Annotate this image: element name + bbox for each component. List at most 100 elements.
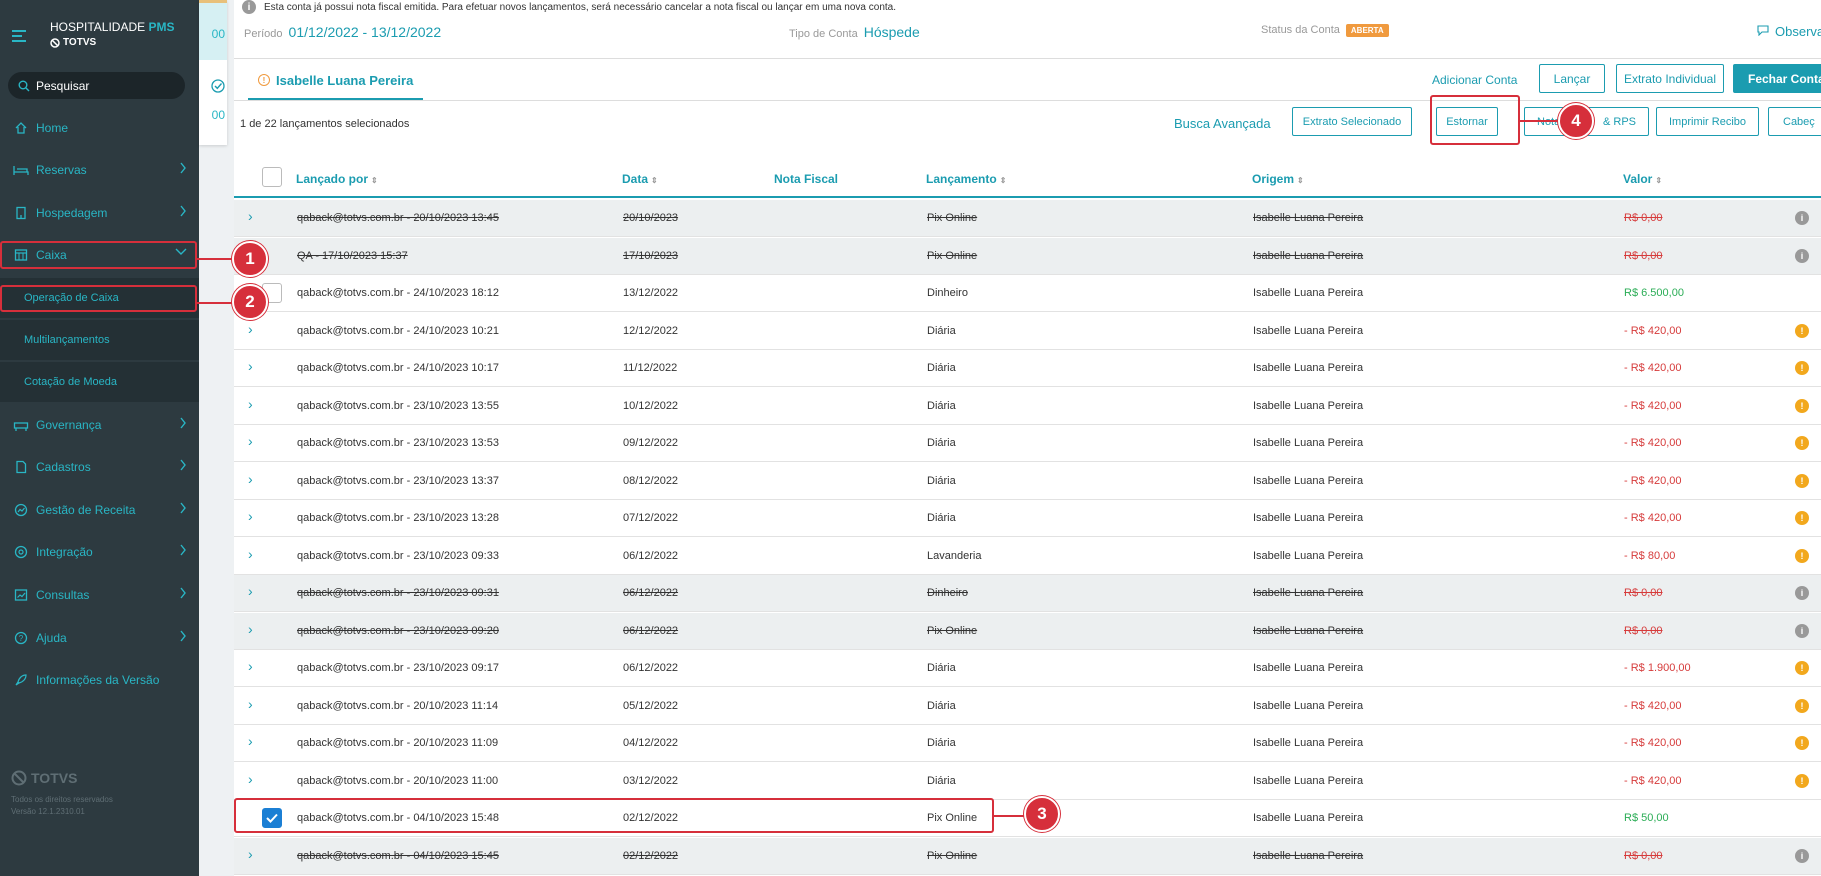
expand-row-icon[interactable]: ›: [248, 208, 253, 224]
table-row[interactable]: › qaback@totvs.com.br - 24/10/2023 10:17 1…: [234, 350, 1821, 387]
chevron-right-icon: [180, 544, 186, 556]
cell-origin: Isabelle Luana Pereira: [1253, 287, 1364, 299]
launch-button[interactable]: Lançar: [1539, 64, 1605, 93]
expand-row-icon[interactable]: ›: [248, 846, 253, 862]
info-icon[interactable]: i: [1795, 848, 1809, 863]
sidebar-subitem-cotacao-de-moeda[interactable]: Cotação de Moeda: [0, 362, 199, 402]
table-row[interactable]: ›QA - 17/10/2023 15:3717/10/2023Pix Onli…: [234, 237, 1821, 275]
table-row[interactable]: › qaback@totvs.com.br - 23/10/2023 13:28 0…: [234, 500, 1821, 537]
column-header-launched-by[interactable]: Lançado por ⇕: [296, 172, 378, 186]
expand-row-icon[interactable]: ›: [248, 508, 253, 524]
expand-row-icon[interactable]: ›: [248, 471, 253, 487]
expand-row-icon[interactable]: ›: [248, 696, 253, 712]
close-account-button[interactable]: Fechar Conta: [1733, 64, 1821, 93]
warning-icon[interactable]: !: [1795, 661, 1809, 675]
table-row[interactable]: › qaback@totvs.com.br - 23/10/2023 13:55 1…: [234, 388, 1821, 425]
cell-origin: Isabelle Luana Pereira: [1253, 512, 1364, 524]
table-row[interactable]: › qaback@totvs.com.br - 20/10/2023 11:00 0…: [234, 763, 1821, 800]
sidebar-item-informacoes-da-versao[interactable]: Informações da Versão: [0, 660, 199, 700]
table-row[interactable]: › qaback@totvs.com.br - 24/10/2023 10:21 1…: [234, 313, 1821, 350]
sidebar-item-ajuda[interactable]: ? Ajuda: [0, 618, 199, 658]
expand-row-icon[interactable]: ›: [248, 733, 253, 749]
warning-icon[interactable]: !: [1795, 473, 1809, 488]
search-input[interactable]: [36, 78, 176, 93]
table-row[interactable]: › qaback@totvs.com.br - 20/10/2023 11:09 0…: [234, 725, 1821, 762]
table-row[interactable]: › qaback@totvs.com.br - 20/10/2023 11:14 0…: [234, 688, 1821, 725]
column-header-origin[interactable]: Origem ⇕: [1252, 172, 1304, 186]
highlight-box-caixa: [0, 241, 197, 269]
warning-icon[interactable]: !: [1795, 361, 1809, 375]
column-header-value[interactable]: Valor ⇕: [1623, 172, 1662, 186]
table-row[interactable]: › qaback@totvs.com.br - 23/10/2023 13:37 0…: [234, 463, 1821, 500]
individual-statement-button[interactable]: Extrato Individual: [1616, 64, 1724, 93]
info-icon[interactable]: i: [1795, 623, 1809, 638]
sidebar-subitem-multilancamentos[interactable]: Multilançamentos: [0, 320, 199, 360]
column-header-entry[interactable]: Lançamento ⇕: [926, 172, 1006, 186]
expand-row-icon[interactable]: ›: [248, 658, 253, 674]
cell-value: R$ 0,00: [1624, 587, 1663, 599]
expand-row-icon[interactable]: ›: [248, 771, 253, 787]
cell-date: 09/12/2022: [623, 437, 679, 449]
cell-launched-by: qaback@totvs.com.br - 24/10/2023 10:17: [297, 362, 499, 374]
warning-icon[interactable]: !: [1795, 436, 1809, 450]
expand-row-icon[interactable]: ›: [248, 433, 253, 449]
sidebar-item-cadastros[interactable]: Cadastros: [0, 447, 199, 487]
sidebar-item-consultas[interactable]: Consultas: [0, 575, 199, 615]
invoice-rps-label-right: & RPS: [1602, 115, 1636, 128]
table-row[interactable]: › qaback@totvs.com.br - 23/10/2023 09:17 0…: [234, 650, 1821, 687]
cell-launched-by: qaback@totvs.com.br - 23/10/2023 13:28: [297, 512, 499, 524]
cell-launched-by: qaback@totvs.com.br - 20/10/2023 11:00: [297, 774, 499, 787]
expand-row-icon[interactable]: ›: [248, 621, 253, 637]
header-button[interactable]: Cabeç: [1768, 107, 1821, 136]
sidebar-item-label: Home: [36, 121, 69, 135]
warning-icon[interactable]: !: [1795, 698, 1809, 713]
observations-link[interactable]: Observa: [1757, 24, 1821, 39]
column-header-date[interactable]: Data ⇕: [622, 172, 658, 186]
sidebar-item-label: Governança: [36, 418, 102, 432]
info-icon[interactable]: i: [1795, 248, 1809, 263]
table-row[interactable]: › qaback@totvs.com.br - 20/10/2023 13:45 2…: [234, 200, 1821, 237]
table-row[interactable]: › qaback@totvs.com.br - 04/10/2023 15:45 0…: [234, 837, 1821, 875]
expand-row-icon[interactable]: ›: [248, 321, 253, 337]
chevron-right-icon: [180, 459, 186, 471]
chevron-right-icon: [180, 630, 186, 642]
cell-date: 17/10/2023: [623, 249, 679, 262]
warning-icon[interactable]: !: [1795, 398, 1809, 413]
warning-icon[interactable]: !: [1795, 548, 1809, 563]
expand-row-icon[interactable]: ›: [248, 396, 253, 412]
sidebar-item-home[interactable]: Home: [0, 108, 199, 148]
tab-account[interactable]: ! Isabelle Luana Pereira: [248, 62, 424, 100]
step-marker-3: 3: [1024, 796, 1060, 832]
warning-icon[interactable]: !: [1795, 323, 1809, 338]
advanced-search-link[interactable]: Busca Avançada: [1174, 116, 1271, 131]
expand-row-icon[interactable]: ›: [248, 583, 253, 599]
expand-row-icon[interactable]: ›: [248, 546, 253, 562]
table-row[interactable]: › qaback@totvs.com.br - 23/10/2023 09:20 0…: [234, 612, 1821, 650]
cell-entry: Pix Online: [927, 249, 978, 262]
selected-statement-button[interactable]: Extrato Selecionado: [1292, 107, 1412, 136]
warning-icon[interactable]: !: [1795, 511, 1809, 525]
sidebar-item-integracao[interactable]: Integração: [0, 532, 199, 572]
print-receipt-button[interactable]: Imprimir Recibo: [1656, 107, 1759, 136]
table-row[interactable]: › qaback@totvs.com.br - 23/10/2023 09:31 0…: [234, 575, 1821, 612]
add-account-button[interactable]: Adicionar Conta: [1432, 73, 1517, 87]
select-all-checkbox[interactable]: [262, 167, 282, 187]
expand-row-icon[interactable]: ›: [248, 358, 253, 374]
sidebar-item-reservas[interactable]: Reservas: [0, 150, 199, 190]
sidebar-item-gestao-de-receita[interactable]: Gestão de Receita: [0, 490, 199, 530]
table-row[interactable]: qaback@totvs.com.br - 24/10/2023 18:12 13…: [234, 275, 1821, 312]
info-icon[interactable]: i: [1795, 211, 1809, 225]
account-card[interactable]: 00 00: [199, 0, 227, 145]
warning-icon[interactable]: !: [1795, 773, 1809, 788]
sidebar-item-label: Ajuda: [36, 631, 67, 645]
search-box[interactable]: [8, 72, 185, 99]
cell-value: - R$ 420,00: [1624, 737, 1682, 749]
table-row[interactable]: › qaback@totvs.com.br - 23/10/2023 09:33 0…: [234, 538, 1821, 575]
table-row[interactable]: › qaback@totvs.com.br - 23/10/2023 13:53 0…: [234, 425, 1821, 462]
hamburger-menu-icon[interactable]: [12, 30, 26, 42]
sidebar-item-hospedagem[interactable]: Hospedagem: [0, 193, 199, 233]
sidebar-item-governanca[interactable]: Governança: [0, 405, 199, 445]
info-icon[interactable]: i: [1795, 586, 1809, 600]
warning-icon[interactable]: !: [1795, 736, 1809, 750]
account-type-value: Hóspede: [863, 24, 920, 40]
